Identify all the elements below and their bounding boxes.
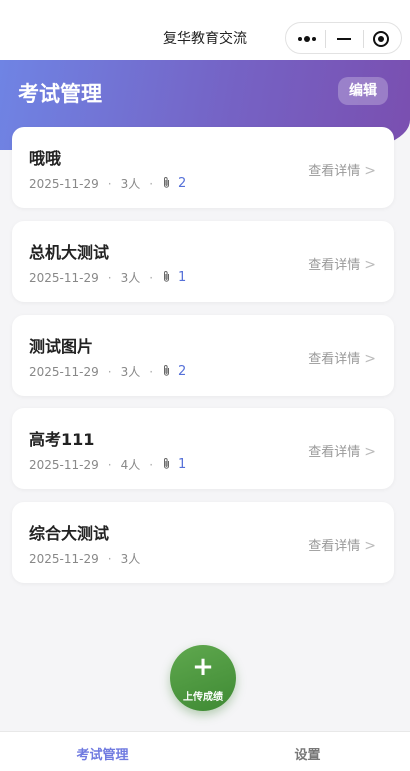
capsule-divider [325,30,326,48]
separator-dot: · [149,457,154,472]
exam-people: 3人 [120,552,141,566]
chevron-right-icon: > [364,351,376,367]
exam-people: 4人 [120,458,141,472]
exam-card[interactable]: 哦哦 2025-11-29 · 3人 · 2 查看详情 > [12,127,394,208]
chevron-right-icon: > [364,163,376,179]
exam-name: 测试图片 [29,337,94,356]
chevron-right-icon: > [364,538,376,554]
minimize-icon[interactable] [337,38,351,40]
exam-meta: 2025-11-29 · 3人 [29,550,140,567]
capsule-menu [285,22,402,54]
view-detail-link[interactable]: 查看详情 > [308,348,376,367]
view-detail-label: 查看详情 [308,352,361,367]
view-detail-link[interactable]: 查看详情 > [308,441,376,460]
separator-dot: · [107,364,112,379]
separator-dot: · [107,457,112,472]
tab-exam-management[interactable]: 考试管理 [0,744,205,763]
separator-dot: · [149,176,154,191]
exam-meta: 2025-11-29 · 4人 · 1 [29,456,186,473]
chevron-right-icon: > [364,257,376,273]
exam-meta: 2025-11-29 · 3人 · 2 [29,363,186,380]
plus-icon: + [192,652,214,682]
tab-bar: 考试管理 设置 [0,731,410,771]
tab-settings[interactable]: 设置 [205,744,410,763]
exam-name: 综合大测试 [29,524,110,543]
more-dots-icon[interactable] [298,36,318,42]
exam-card[interactable]: 总机大测试 2025-11-29 · 3人 · 1 查看详情 > [12,221,394,302]
exam-date: 2025-11-29 [29,364,99,379]
separator-dot: · [149,364,154,379]
view-detail-label: 查看详情 [308,445,361,460]
target-icon[interactable] [373,31,389,47]
separator-dot: · [149,270,154,285]
view-detail-label: 查看详情 [308,164,361,179]
exam-card[interactable]: 测试图片 2025-11-29 · 3人 · 2 查看详情 > [12,315,394,396]
paperclip-icon [162,364,172,380]
view-detail-label: 查看详情 [308,258,361,273]
exam-meta: 2025-11-29 · 3人 · 1 [29,269,186,286]
attachment-count: 1 [178,457,187,472]
exam-people: 3人 [120,271,141,285]
separator-dot: · [107,176,112,191]
separator-dot: · [107,551,112,566]
separator-dot: · [107,270,112,285]
edit-button[interactable]: 编辑 [338,77,388,105]
exam-date: 2025-11-29 [29,551,99,566]
attachment-count: 2 [178,176,187,191]
attachment-count: 2 [178,364,187,379]
view-detail-link[interactable]: 查看详情 > [308,535,376,554]
paperclip-icon [162,270,172,286]
view-detail-label: 查看详情 [308,539,361,554]
page-title: 考试管理 [18,82,102,106]
exam-people: 3人 [120,365,141,379]
capsule-divider [363,30,364,48]
upload-scores-button[interactable]: + 上传成绩 [170,645,236,711]
exam-card[interactable]: 高考111 2025-11-29 · 4人 · 1 查看详情 > [12,408,394,489]
paperclip-icon [162,457,172,473]
attachment-count: 1 [178,270,187,285]
exam-card[interactable]: 综合大测试 2025-11-29 · 3人 查看详情 > [12,502,394,583]
exam-name: 总机大测试 [29,243,110,262]
chevron-right-icon: > [364,444,376,460]
paperclip-icon [162,176,172,192]
exam-name: 哦哦 [29,149,62,168]
exam-meta: 2025-11-29 · 3人 · 2 [29,175,186,192]
exam-date: 2025-11-29 [29,457,99,472]
view-detail-link[interactable]: 查看详情 > [308,254,376,273]
exam-date: 2025-11-29 [29,270,99,285]
upload-scores-label: 上传成绩 [183,692,223,703]
exam-date: 2025-11-29 [29,176,99,191]
view-detail-link[interactable]: 查看详情 > [308,160,376,179]
exam-people: 3人 [120,177,141,191]
exam-name: 高考111 [29,430,95,449]
